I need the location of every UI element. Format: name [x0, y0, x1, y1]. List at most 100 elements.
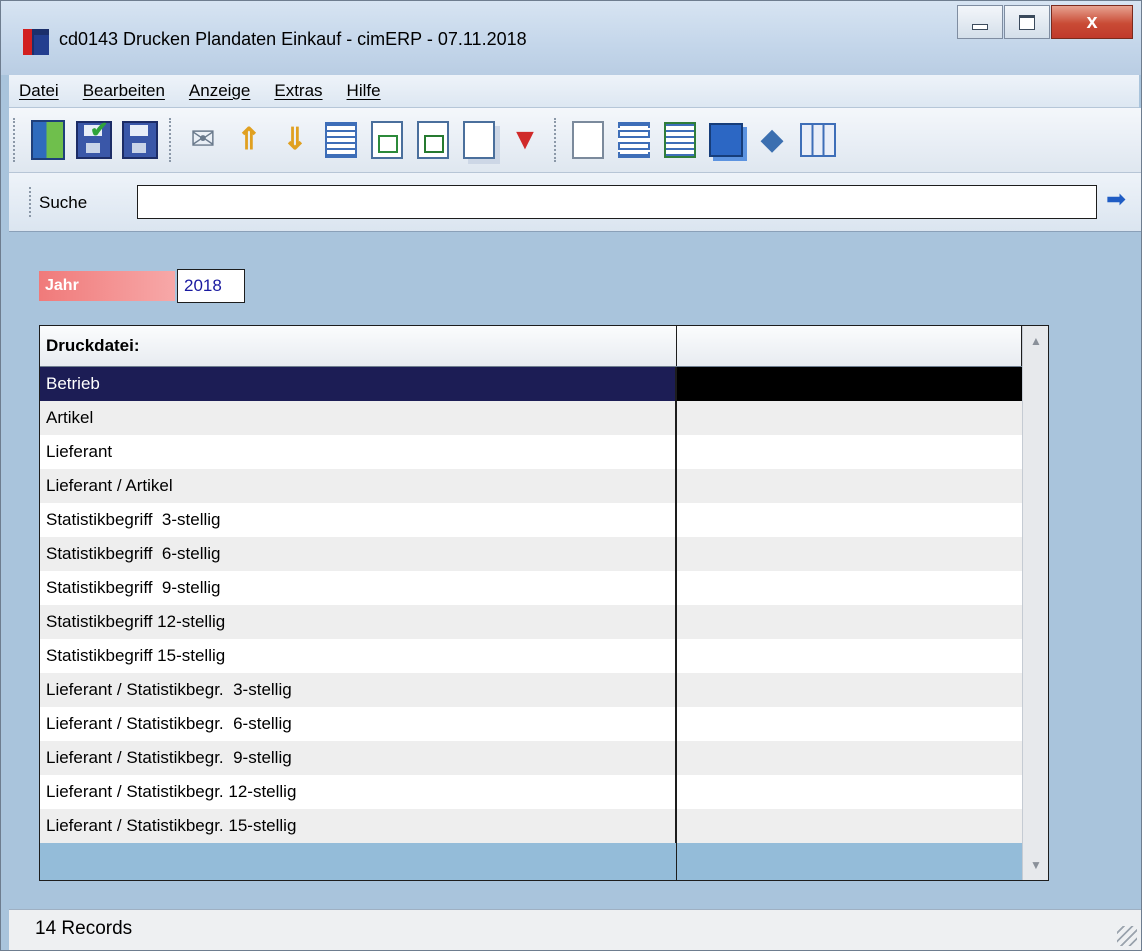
save-check-button[interactable]: ✔: [74, 118, 114, 162]
table-button[interactable]: [798, 118, 838, 162]
mail-icon: ✉: [190, 123, 216, 156]
row-label: Statistikbegriff 6-stellig: [40, 537, 676, 571]
status-bar: 14 Records: [9, 909, 1141, 950]
menu-datei[interactable]: Datei: [9, 75, 71, 107]
book-icon: ◆: [760, 123, 784, 156]
exit-icon: [31, 120, 65, 160]
table-row[interactable]: Lieferant: [40, 435, 1022, 469]
row-label: Lieferant / Statistikbegr. 12-stellig: [40, 775, 676, 809]
row-label: Lieferant / Statistikbegr. 6-stellig: [40, 707, 676, 741]
menu-bearbeiten[interactable]: Bearbeiten: [71, 75, 177, 107]
column-header-empty[interactable]: [677, 326, 1022, 366]
close-icon: x: [1086, 10, 1098, 33]
minimize-icon: [972, 24, 988, 30]
exit-button[interactable]: [28, 118, 68, 162]
toolbar-separator: [554, 118, 559, 162]
row-label: Statistikbegriff 12-stellig: [40, 605, 676, 639]
grid-header: Druckdatei:: [40, 326, 1022, 367]
column-header-druckdatei[interactable]: Druckdatei:: [40, 326, 677, 366]
table-row[interactable]: Lieferant / Statistikbegr. 12-stellig: [40, 775, 1022, 809]
search-bar: Suche ➡: [9, 173, 1141, 232]
row-label: Lieferant / Statistikbegr. 9-stellig: [40, 741, 676, 775]
mail-button[interactable]: ✉: [183, 118, 223, 162]
toolbar-grip[interactable]: [13, 118, 19, 162]
book-button[interactable]: ◆: [752, 118, 792, 162]
numbering-button[interactable]: [321, 118, 361, 162]
main-window: cd0143 Drucken Plandaten Einkauf - cimER…: [0, 0, 1142, 951]
export-doc-icon: [371, 121, 403, 159]
numbering-icon: [325, 122, 357, 158]
close-button[interactable]: x: [1051, 5, 1133, 39]
select-area-icon: [618, 122, 650, 158]
row-label: Lieferant / Statistikbegr. 15-stellig: [40, 809, 676, 843]
windows-icon: [709, 123, 743, 157]
row-label: Lieferant: [40, 435, 676, 469]
filter-button[interactable]: ▼: [505, 118, 545, 162]
menu-extras[interactable]: Extras: [262, 75, 334, 107]
row-label: Statistikbegriff 15-stellig: [40, 639, 676, 673]
select-area-button[interactable]: [614, 118, 654, 162]
table-row[interactable]: Lieferant / Statistikbegr. 6-stellig: [40, 707, 1022, 741]
window-title: cd0143 Drucken Plandaten Einkauf - cimER…: [59, 29, 527, 49]
jahr-input[interactable]: [177, 269, 245, 303]
edit-icon: [572, 121, 604, 159]
copy-button[interactable]: [459, 118, 499, 162]
copy-icon: [463, 121, 495, 159]
row-label: Statistikbegriff 9-stellig: [40, 571, 676, 605]
save-check-icon: ✔: [76, 119, 112, 159]
table-row[interactable]: Lieferant / Statistikbegr. 9-stellig: [40, 741, 1022, 775]
table-row[interactable]: Statistikbegriff 6-stellig: [40, 537, 1022, 571]
row-label: Lieferant / Statistikbegr. 3-stellig: [40, 673, 676, 707]
edit-button[interactable]: [568, 118, 608, 162]
title-bar[interactable]: cd0143 Drucken Plandaten Einkauf - cimER…: [1, 1, 1141, 75]
table-row[interactable]: Lieferant / Statistikbegr. 3-stellig: [40, 673, 1022, 707]
jahr-label: Jahr: [39, 271, 175, 301]
search-label: Suche: [39, 193, 88, 212]
menu-hilfe[interactable]: Hilfe: [335, 75, 393, 107]
filter-icon: ▼: [510, 123, 540, 156]
scroll-up-icon[interactable]: ▲: [1023, 326, 1048, 356]
table-row[interactable]: Statistikbegriff 15-stellig: [40, 639, 1022, 673]
export-excel-button[interactable]: [413, 118, 453, 162]
record-count: 14 Records: [35, 918, 133, 939]
grid-rows: Betrieb Artikel Lieferant Lieferant / Ar…: [40, 367, 1022, 843]
menu-anzeige[interactable]: Anzeige: [177, 75, 262, 107]
table-row[interactable]: Statistikbegriff 3-stellig: [40, 503, 1022, 537]
row-label: Betrieb: [40, 367, 676, 401]
scroll-down-icon[interactable]: ▼: [1023, 850, 1048, 880]
search-input[interactable]: [137, 185, 1097, 219]
table-row[interactable]: Statistikbegriff 12-stellig: [40, 605, 1022, 639]
sort-ascending-button[interactable]: ⇑: [229, 118, 269, 162]
list-transfer-button[interactable]: [660, 118, 700, 162]
minimize-button[interactable]: [957, 5, 1003, 39]
toolbar-separator: [169, 118, 174, 162]
resize-grip-icon[interactable]: [1117, 926, 1137, 946]
toolbar: ✔ ✉ ⇑ ⇓ ▼ ◆: [9, 108, 1141, 173]
save-button[interactable]: [120, 118, 160, 162]
print-file-grid: Druckdatei: Betrieb Artikel Lieferant Li…: [39, 325, 1049, 881]
maximize-icon: [1019, 14, 1035, 30]
row-label: Statistikbegriff 3-stellig: [40, 503, 676, 537]
app-icon: [23, 29, 49, 55]
row-label: Lieferant / Artikel: [40, 469, 676, 503]
column-divider: [676, 367, 677, 880]
windows-button[interactable]: [706, 118, 746, 162]
sort-descending-icon: ⇓: [282, 123, 308, 156]
table-row[interactable]: Artikel: [40, 401, 1022, 435]
arrow-right-icon[interactable]: ➡: [1103, 187, 1129, 213]
table-icon: [800, 123, 836, 157]
export-excel-icon: [417, 121, 449, 159]
vertical-scrollbar[interactable]: ▲ ▼: [1022, 326, 1048, 880]
table-row[interactable]: Statistikbegriff 9-stellig: [40, 571, 1022, 605]
search-grip[interactable]: [29, 187, 34, 217]
row-label: Artikel: [40, 401, 676, 435]
menu-bar: Datei Bearbeiten Anzeige Extras Hilfe: [9, 75, 1139, 108]
maximize-button[interactable]: [1004, 5, 1050, 39]
table-row[interactable]: Lieferant / Statistikbegr. 15-stellig: [40, 809, 1022, 843]
export-doc-button[interactable]: [367, 118, 407, 162]
sort-descending-button[interactable]: ⇓: [275, 118, 315, 162]
list-transfer-icon: [664, 122, 696, 158]
save-icon: [122, 121, 158, 159]
table-row[interactable]: Betrieb: [40, 367, 1022, 401]
table-row[interactable]: Lieferant / Artikel: [40, 469, 1022, 503]
